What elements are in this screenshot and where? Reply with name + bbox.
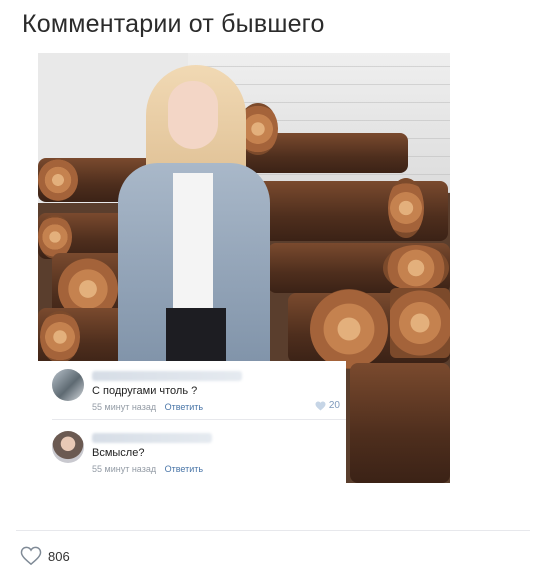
comment-like[interactable]: 20 [315, 400, 340, 411]
log-end [388, 178, 424, 238]
comment-time: 55 минут назад [92, 464, 157, 474]
avatar[interactable] [52, 369, 84, 401]
post-like-button[interactable]: 806 [20, 546, 70, 566]
avatar[interactable] [52, 431, 84, 463]
comment-text: Всмысле? [92, 447, 145, 459]
white-shirt [173, 173, 213, 323]
comment-divider [52, 419, 346, 420]
log [350, 363, 450, 483]
comment-time: 55 минут назад [92, 402, 157, 412]
blurred-author-name [92, 433, 212, 443]
log-end [310, 289, 388, 369]
post-title: Комментарии от бывшего [22, 10, 325, 38]
comment-meta: 55 минут назад Ответить [92, 464, 203, 474]
comment-like-count: 20 [328, 400, 340, 411]
heart-icon [20, 546, 42, 566]
comment-meta: 55 минут назад Ответить [92, 402, 203, 412]
comment: Всмысле? 55 минут назад Ответить [38, 423, 346, 479]
log-end [40, 311, 80, 363]
comment-text: С подругами чтоль ? [92, 385, 198, 397]
log-end [390, 288, 450, 358]
heart-icon [315, 400, 326, 411]
face [168, 81, 218, 149]
reply-link[interactable]: Ответить [165, 464, 203, 474]
reply-link[interactable]: Ответить [165, 402, 203, 412]
log-end [38, 159, 78, 201]
post-like-count: 806 [48, 548, 70, 564]
blurred-author-name [92, 371, 242, 381]
comment: С подругами чтоль ? 55 минут назад Ответ… [38, 361, 346, 417]
post-footer-divider [16, 530, 530, 531]
dark-pants [166, 308, 226, 368]
comments-overlay: С подругами чтоль ? 55 минут назад Ответ… [38, 361, 346, 483]
log-end [383, 245, 449, 291]
